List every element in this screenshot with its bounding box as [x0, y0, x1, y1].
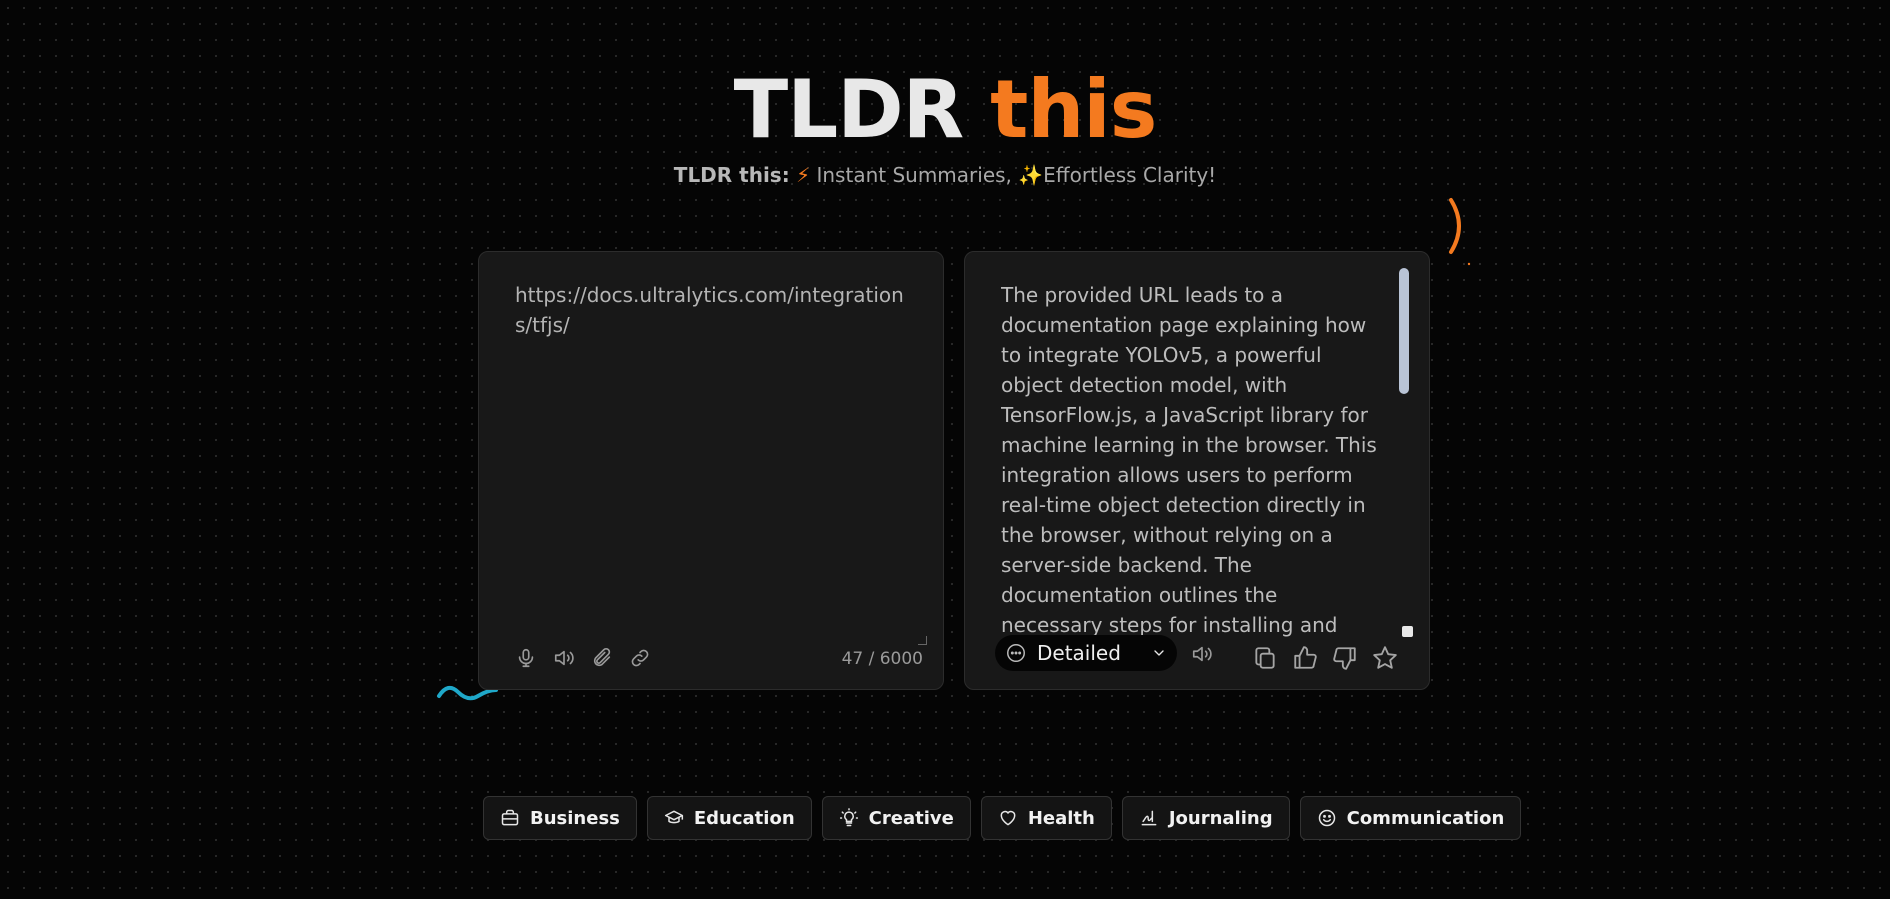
speaker-icon[interactable] — [549, 643, 579, 673]
graduation-cap-icon — [664, 810, 683, 824]
thumbs-up-icon[interactable] — [1289, 642, 1321, 674]
title-tldr: TLDR — [733, 63, 965, 156]
tagline-text-2: Effortless Clarity! — [1043, 163, 1217, 187]
output-actions — [1249, 643, 1401, 673]
copy-icon[interactable] — [1249, 642, 1281, 674]
tagline-brand: TLDR this: — [673, 163, 790, 187]
page-title: TLDR this — [0, 62, 1890, 158]
category-label: Creative — [868, 807, 954, 829]
star-icon[interactable] — [1369, 642, 1401, 674]
link-icon[interactable] — [625, 643, 655, 673]
category-bar: Business Education Creative Health Journ… — [483, 796, 1522, 840]
read-aloud-icon[interactable] — [1187, 639, 1217, 669]
input-panel: https://docs.ultralytics.com/integration… — [478, 251, 944, 690]
tagline-text-1: Instant Summaries, — [810, 163, 1019, 187]
category-label: Health — [1027, 807, 1095, 829]
scrollbar[interactable] — [1399, 268, 1409, 394]
lightning-icon: ⚡ — [796, 163, 811, 187]
category-journaling[interactable]: Journaling — [1121, 796, 1290, 840]
category-health[interactable]: Health — [980, 796, 1112, 840]
category-business[interactable]: Business — [483, 796, 637, 840]
category-label: Business — [530, 807, 620, 829]
orange-arc-decoration — [1449, 198, 1471, 266]
category-label: Communication — [1346, 807, 1505, 829]
signature-icon — [1141, 810, 1157, 826]
dots-circle-icon — [1007, 644, 1025, 662]
resize-handle[interactable] — [918, 636, 927, 645]
expand-icon[interactable] — [1402, 626, 1413, 637]
lightbulb-icon — [839, 808, 858, 827]
summary-mode-value: Detailed — [1037, 641, 1121, 665]
chevron-down-icon — [1154, 650, 1164, 656]
char-counter: 47 / 6000 — [841, 649, 923, 669]
input-toolbar — [511, 643, 655, 673]
thumbs-down-icon[interactable] — [1329, 642, 1361, 674]
heart-icon — [1000, 810, 1016, 826]
smile-icon — [1318, 809, 1335, 827]
summary-mode-select[interactable]: Detailed — [995, 635, 1177, 671]
category-label: Journaling — [1168, 807, 1273, 829]
attach-icon[interactable] — [587, 643, 617, 673]
mic-icon[interactable] — [511, 643, 541, 673]
category-communication[interactable]: Communication — [1299, 796, 1522, 840]
tagline: TLDR this: ⚡ Instant Summaries, ✨Effortl… — [0, 162, 1890, 188]
output-panel: The provided URL leads to a documentatio… — [964, 251, 1430, 690]
category-education[interactable]: Education — [646, 796, 812, 840]
briefcase-icon — [501, 809, 519, 826]
summary-output: The provided URL leads to a documentatio… — [1001, 283, 1377, 637]
category-creative[interactable]: Creative — [821, 796, 971, 840]
url-input[interactable]: https://docs.ultralytics.com/integration… — [515, 280, 911, 340]
category-label: Education — [693, 807, 795, 829]
sparkles-icon: ✨ — [1018, 163, 1044, 187]
title-this: this — [990, 63, 1157, 156]
